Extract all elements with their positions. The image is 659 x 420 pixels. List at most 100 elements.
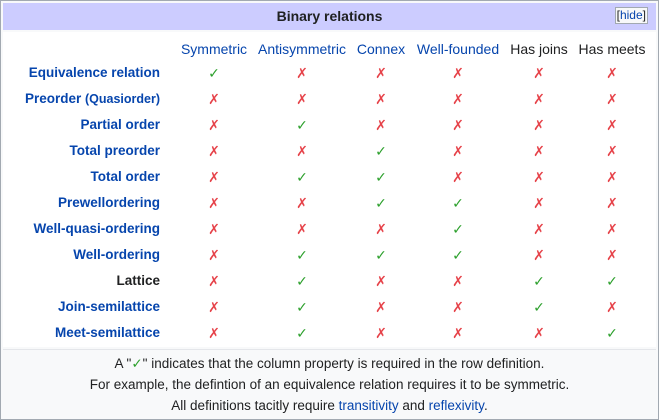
check-mark-icon: ✓ — [131, 356, 143, 371]
row-header-total-preorder[interactable]: Total preorder — [3, 140, 160, 162]
row-header-preorder[interactable]: Preorder (Quasiorder) — [3, 88, 160, 110]
cross-mark-icon: ✗ — [452, 91, 464, 107]
row-header-meet-semilattice[interactable]: Meet-semilattice — [3, 322, 160, 344]
cross-mark-icon: ✗ — [375, 221, 387, 237]
cross-mark-icon: ✗ — [533, 247, 545, 263]
cross-mark-icon: ✗ — [296, 221, 308, 237]
cross-mark-icon: ✗ — [208, 195, 220, 211]
navbox-footer: A "✓" indicates that the column property… — [3, 349, 656, 418]
cross-mark-icon: ✗ — [606, 169, 618, 185]
cross-mark-icon: ✗ — [296, 65, 308, 81]
row-header-label: Equivalence relation — [28, 65, 160, 80]
hide-link[interactable]: hide — [620, 8, 643, 22]
cross-mark-icon: ✗ — [375, 65, 387, 81]
cross-mark-icon: ✗ — [208, 273, 220, 289]
column-header-symmetric[interactable]: Symmetric — [169, 39, 259, 59]
footer-line-3: All definitions tacitly require transiti… — [3, 396, 656, 416]
row-header-well-quasi-ordering[interactable]: Well-quasi-ordering — [3, 218, 160, 240]
cross-mark-icon: ✗ — [606, 195, 618, 211]
check-mark-icon: ✓ — [375, 195, 387, 211]
cross-mark-icon: ✗ — [452, 273, 464, 289]
navbox-title: Binary relations — [276, 8, 383, 24]
row-header-equivalence-relation[interactable]: Equivalence relation — [3, 62, 160, 84]
cross-mark-icon: ✗ — [208, 221, 220, 237]
transitivity-link[interactable]: transitivity — [339, 398, 399, 413]
cross-mark-icon: ✗ — [208, 169, 220, 185]
check-mark-icon: ✓ — [606, 325, 618, 341]
cross-mark-icon: ✗ — [452, 169, 464, 185]
cross-mark-icon: ✗ — [606, 247, 618, 263]
cross-mark-icon: ✗ — [375, 91, 387, 107]
cross-mark-icon: ✗ — [452, 143, 464, 159]
row-header-label: Well-quasi-ordering — [33, 221, 160, 236]
check-mark-icon: ✓ — [296, 273, 308, 289]
cross-mark-icon: ✗ — [533, 221, 545, 237]
footer-line-2: For example, the defintion of an equival… — [89, 377, 570, 392]
row-header-partial-order[interactable]: Partial order — [3, 114, 160, 136]
cross-mark-icon: ✗ — [208, 143, 220, 159]
cross-mark-icon: ✗ — [606, 299, 618, 315]
footer-line-1-post: " indicates that the column property is … — [142, 356, 545, 371]
cross-mark-icon: ✗ — [296, 195, 308, 211]
cross-mark-icon: ✗ — [533, 195, 545, 211]
footer-line-1: A "✓" indicates that the column property… — [3, 354, 656, 374]
navbox-title-bar: Binary relations [hide] — [3, 3, 656, 30]
cross-mark-icon: ✗ — [533, 65, 545, 81]
reflexivity-link[interactable]: reflexivity — [429, 398, 484, 413]
column-header-connex[interactable]: Connex — [350, 39, 412, 59]
cross-mark-icon: ✗ — [606, 117, 618, 133]
check-mark-icon: ✓ — [452, 195, 464, 211]
check-mark-icon: ✓ — [296, 247, 308, 263]
cross-mark-icon: ✗ — [606, 221, 618, 237]
footer-line-3-post: . — [483, 398, 488, 413]
row-header-sublabel: (Quasiorder) — [84, 92, 160, 106]
check-mark-icon: ✓ — [296, 325, 308, 341]
row-header-label: Total preorder — [69, 143, 160, 158]
check-mark-icon: ✓ — [208, 65, 220, 81]
cross-mark-icon: ✗ — [533, 325, 545, 341]
hide-toggle[interactable]: [hide] — [614, 7, 648, 24]
cross-mark-icon: ✗ — [375, 325, 387, 341]
row-header-label: Lattice — [116, 273, 160, 288]
row-header-label: Join-semilattice — [57, 299, 160, 314]
column-header-well-founded[interactable]: Well-founded — [412, 39, 504, 59]
row-header-label: Total order — [90, 169, 160, 184]
row-header-label: Well-ordering — [73, 247, 160, 262]
footer-line-3-mid: and — [398, 398, 429, 413]
cross-mark-icon: ✗ — [296, 91, 308, 107]
check-mark-icon: ✓ — [452, 221, 464, 237]
cross-mark-icon: ✗ — [452, 325, 464, 341]
row-header-lattice: Lattice — [3, 270, 160, 292]
cross-mark-icon: ✗ — [533, 169, 545, 185]
row-header-join-semilattice[interactable]: Join-semilattice — [3, 296, 160, 318]
cross-mark-icon: ✗ — [208, 91, 220, 107]
row-header-prewellordering[interactable]: Prewellordering — [3, 192, 160, 214]
cross-mark-icon: ✗ — [208, 117, 220, 133]
check-mark-icon: ✓ — [296, 169, 308, 185]
check-mark-icon: ✓ — [533, 299, 545, 315]
column-header-has-meets: Has meets — [578, 41, 646, 57]
column-header-has-joins: Has joins — [510, 41, 568, 57]
hide-bracket-close: ] — [642, 8, 646, 22]
row-header-label: Meet-semilattice — [54, 325, 160, 340]
check-mark-icon: ✓ — [296, 299, 308, 315]
column-header-antisymmetric[interactable]: Antisymmetric — [254, 39, 350, 59]
footer-line-3-pre: All definitions tacitly require — [171, 398, 339, 413]
check-mark-icon: ✓ — [375, 169, 387, 185]
cross-mark-icon: ✗ — [208, 299, 220, 315]
check-mark-icon: ✓ — [533, 273, 545, 289]
cross-mark-icon: ✗ — [606, 91, 618, 107]
cross-mark-icon: ✗ — [452, 117, 464, 133]
row-header-well-ordering[interactable]: Well-ordering — [3, 244, 160, 266]
cross-mark-icon: ✗ — [533, 91, 545, 107]
check-mark-icon: ✓ — [375, 143, 387, 159]
footer-line-1-pre: A " — [114, 356, 132, 371]
cross-mark-icon: ✗ — [375, 273, 387, 289]
cross-mark-icon: ✗ — [606, 65, 618, 81]
row-header-label: Partial order — [80, 117, 160, 132]
row-header-total-order[interactable]: Total order — [3, 166, 160, 188]
binary-relations-navbox: Binary relations [hide] Symmetric Antisym… — [0, 0, 659, 420]
cross-mark-icon: ✗ — [296, 143, 308, 159]
check-mark-icon: ✓ — [452, 247, 464, 263]
cross-mark-icon: ✗ — [208, 325, 220, 341]
